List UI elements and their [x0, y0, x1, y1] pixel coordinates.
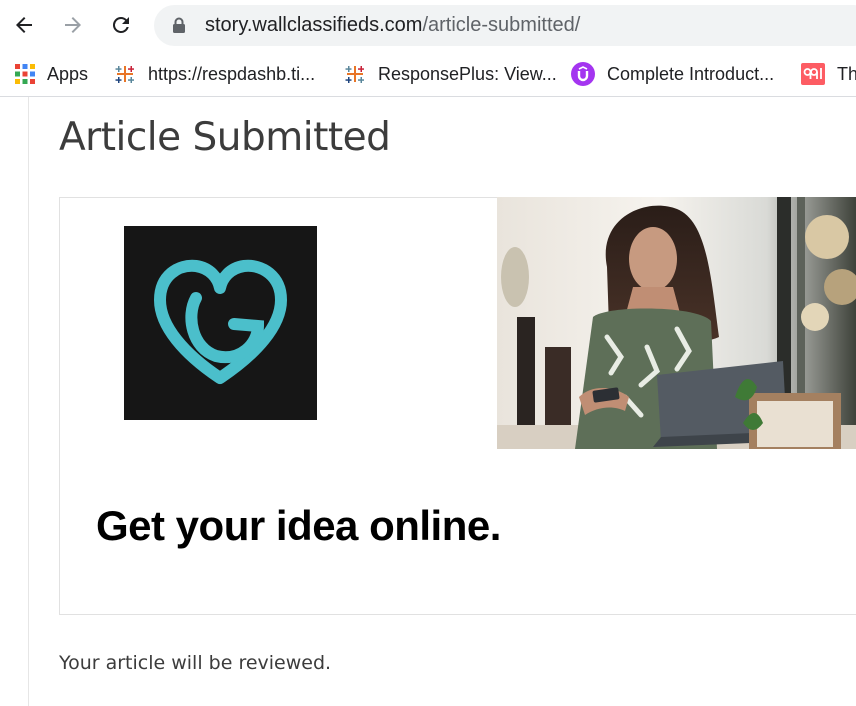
url-host: story.wallclassifieds.com	[205, 14, 423, 36]
ad-card[interactable]: Get your idea online.	[59, 197, 856, 615]
bookmark-99designs[interactable]: Th	[801, 61, 856, 87]
url-text: story.wallclassifieds.com/article-submit…	[205, 14, 580, 37]
arrow-left-icon	[16, 17, 32, 33]
back-button[interactable]	[7, 8, 41, 42]
apps-grid-icon	[15, 64, 35, 84]
browser-toolbar: story.wallclassifieds.com/article-submit…	[0, 0, 856, 52]
ad-headline[interactable]: Get your idea online.	[96, 502, 501, 550]
bookmark-respdashb[interactable]: https://respdashb.ti...	[114, 61, 315, 87]
page-title: Article Submitted	[59, 115, 391, 160]
forward-button[interactable]	[56, 8, 90, 42]
udemy-icon	[571, 62, 595, 86]
bookmark-label: ResponsePlus: View...	[378, 63, 557, 84]
bookmark-label: https://respdashb.ti...	[148, 63, 316, 84]
tableau-icon	[345, 66, 364, 83]
arrow-right-icon	[65, 17, 81, 33]
bookmark-apps[interactable]: Apps	[15, 61, 88, 87]
bookmark-complete-introduction[interactable]: Complete Introduct...	[571, 61, 774, 87]
bookmarks-bar: Apps https://respdashb.ti... ResponsePlu…	[0, 52, 856, 97]
bookmark-responseplus[interactable]: ResponsePlus: View...	[344, 61, 557, 87]
page-content: Article Submitted Get your idea online. …	[0, 97, 856, 706]
godaddy-heart-logo-icon	[154, 259, 287, 384]
content-divider	[28, 97, 29, 706]
address-bar[interactable]: story.wallclassifieds.com/article-submit…	[154, 5, 856, 46]
reload-icon	[112, 16, 129, 33]
reload-button[interactable]	[104, 8, 138, 42]
ad-photo[interactable]	[497, 197, 856, 449]
lock-icon	[173, 17, 185, 33]
review-note: Your article will be reviewed.	[59, 652, 332, 674]
url-path: /article-submitted/	[422, 14, 581, 36]
bookmark-label: Complete Introduct...	[607, 63, 775, 84]
ad-logo[interactable]	[124, 226, 317, 420]
tableau-icon	[115, 66, 134, 83]
99designs-icon	[801, 63, 825, 85]
bookmark-label: Apps	[47, 63, 89, 84]
bookmark-label: Th	[837, 63, 856, 84]
